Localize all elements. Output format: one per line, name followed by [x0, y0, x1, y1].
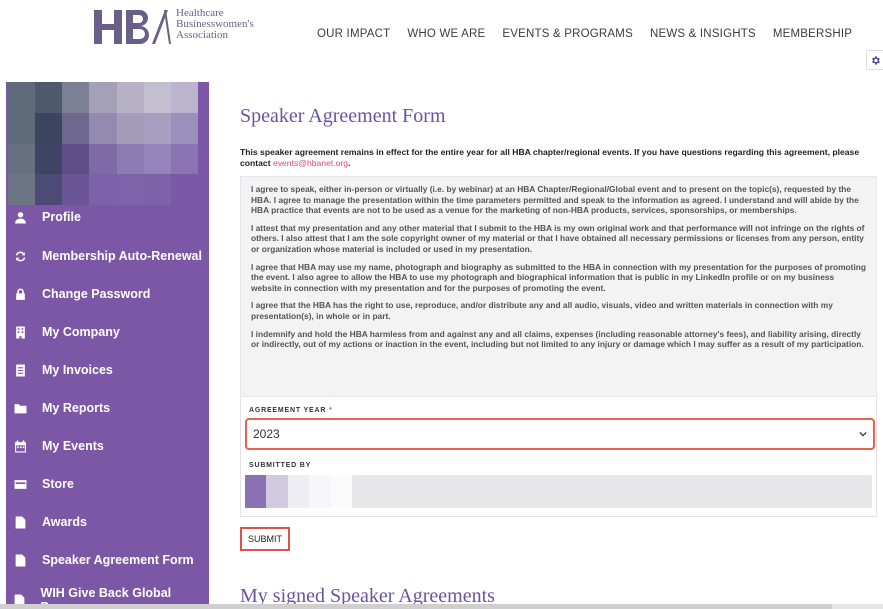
logo-text: Healthcare Businesswomen's Association [176, 8, 254, 41]
intro-end: . [348, 158, 351, 168]
agreement-terms: I agree to speak, either in-person or vi… [240, 176, 877, 397]
agreement-year-select[interactable]: 2023 [245, 418, 875, 450]
nav-events-programs[interactable]: EVENTS & PROGRAMS [502, 28, 633, 40]
term-paragraph: I agree that HBA may use my name, photog… [251, 261, 866, 293]
sidebar-item-my-invoices[interactable]: My Invoices [6, 351, 209, 389]
agreement-year-label-text: AGREEMENT YEAR [249, 407, 327, 414]
events-email-link[interactable]: events@hbanet.org [273, 158, 348, 168]
avatar [8, 82, 198, 205]
file-icon [12, 516, 28, 529]
sidebar-item-label: Profile [42, 210, 81, 224]
agreement-year-value: 2023 [253, 427, 280, 441]
receipt-icon [12, 364, 28, 377]
sidebar-item-awards[interactable]: Awards [6, 503, 209, 541]
sidebar-item-label: Speaker Agreement Form [42, 553, 194, 567]
sidebar-item-label: My Invoices [42, 363, 113, 377]
sidebar-item-label: Awards [42, 515, 87, 529]
submitted-by-redacted [245, 475, 352, 508]
main-nav: OUR IMPACT WHO WE ARE EVENTS & PROGRAMS … [317, 28, 869, 40]
term-paragraph: I agree that the HBA has the right to us… [251, 300, 833, 321]
term-paragraph: I agree to speak, either in-person or vi… [251, 184, 859, 216]
sidebar-item-profile[interactable]: Profile [6, 198, 209, 236]
logo-line-3: Association [176, 29, 228, 41]
lock-icon [12, 288, 28, 301]
main-content: Speaker Agreement Form This speaker agre… [240, 100, 880, 551]
sidebar-item-label: My Company [42, 325, 120, 339]
site-header: Healthcare Businesswomen's Association O… [0, 0, 883, 70]
submit-button[interactable]: SUBMIT [240, 527, 290, 551]
nav-who-we-are[interactable]: WHO WE ARE [407, 28, 485, 40]
account-sidebar: Profile Membership Auto-Renewal Change P… [6, 82, 209, 609]
term-paragraph: I attest that my presentation and any ot… [251, 222, 865, 254]
sidebar-item-membership-auto-renewal[interactable]: Membership Auto-Renewal [6, 237, 209, 275]
sidebar-item-speaker-agreement-form[interactable]: Speaker Agreement Form [6, 541, 209, 579]
sidebar-item-change-password[interactable]: Change Password [6, 275, 209, 313]
required-marker: * [328, 407, 333, 414]
intro-text: This speaker agreement remains in effect… [240, 147, 872, 169]
sidebar-item-label: Store [42, 477, 74, 491]
card-icon [12, 478, 28, 491]
term-paragraph: I indemnify and hold the HBA harmless fr… [251, 328, 864, 350]
settings-button[interactable] [866, 50, 883, 70]
nav-news-insights[interactable]: NEWS & INSIGHTS [650, 28, 756, 40]
calendar-icon [12, 440, 28, 453]
gear-icon [871, 55, 880, 65]
page-title: Speaker Agreement Form [240, 105, 446, 127]
sidebar-item-label: Membership Auto-Renewal [42, 249, 202, 263]
user-icon [12, 211, 28, 224]
sidebar-item-my-company[interactable]: My Company [6, 313, 209, 351]
folder-icon [12, 402, 28, 415]
sidebar-item-store[interactable]: Store [6, 465, 209, 503]
sidebar-item-label: My Events [42, 439, 104, 453]
sidebar-item-label: Change Password [42, 287, 151, 301]
horizontal-scrollbar[interactable] [0, 604, 883, 609]
scrollbar-thumb[interactable] [0, 604, 832, 609]
refresh-icon [12, 250, 28, 263]
hba-logo-mark [94, 9, 171, 45]
hba-logo[interactable]: Healthcare Businesswomen's Association [92, 7, 254, 47]
submitted-by-field[interactable] [352, 475, 872, 508]
building-icon [12, 326, 28, 339]
sidebar-item-label: My Reports [42, 401, 111, 415]
submitted-by-label: SUBMITTED BY [249, 462, 312, 469]
sidebar-item-my-events[interactable]: My Events [6, 427, 209, 465]
sidebar-item-my-reports[interactable]: My Reports [6, 389, 209, 427]
agreement-year-label: AGREEMENT YEAR * [249, 407, 872, 414]
agreement-form: AGREEMENT YEAR * 2023 SUBMITTED BY [240, 397, 877, 517]
file-icon [12, 554, 28, 567]
nav-membership[interactable]: MEMBERSHIP [773, 28, 852, 40]
nav-our-impact[interactable]: OUR IMPACT [317, 28, 390, 40]
submitted-by-row [245, 475, 872, 508]
chevron-down-icon [859, 431, 867, 437]
